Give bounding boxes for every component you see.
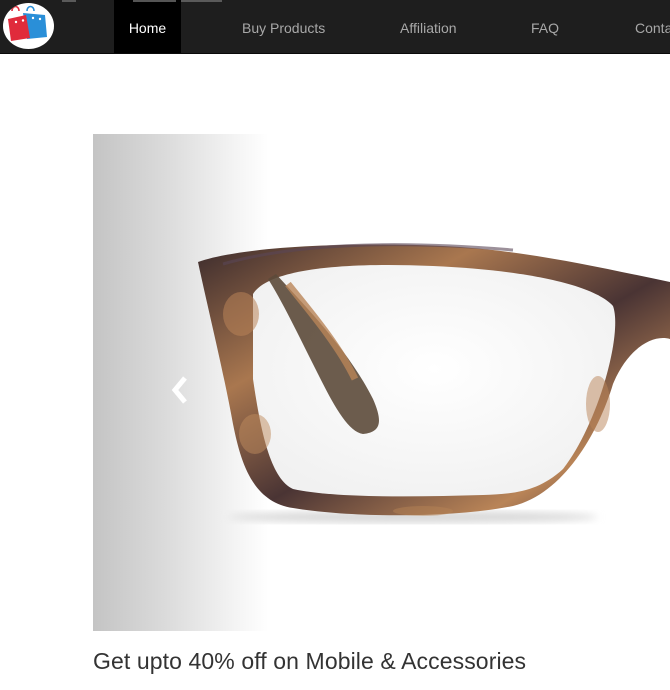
nav-affiliation[interactable]: Affiliation bbox=[400, 0, 457, 53]
nav-contact[interactable]: Contact bbox=[635, 0, 670, 53]
nav-tab-stub bbox=[180, 0, 222, 2]
nav-home-label: Home bbox=[128, 20, 167, 36]
nav-buy-products[interactable]: Buy Products bbox=[242, 0, 325, 53]
nav-buy-products-label: Buy Products bbox=[242, 20, 326, 36]
nav-faq-label: FAQ bbox=[531, 20, 560, 36]
top-navbar: Home Buy Products Affiliation FAQ Contac… bbox=[0, 0, 670, 54]
slide-caption: Get upto 40% off on Mobile & Accessories bbox=[93, 648, 527, 674]
nav-contact-label: Contact bbox=[635, 20, 670, 36]
site-logo[interactable] bbox=[3, 3, 54, 49]
nav-faq[interactable]: FAQ bbox=[531, 0, 559, 53]
hero-slider bbox=[93, 134, 670, 631]
shopping-bags-icon bbox=[8, 5, 47, 41]
nav-tab-stub bbox=[62, 0, 76, 2]
nav-affiliation-label: Affiliation bbox=[400, 20, 457, 36]
chevron-left-icon bbox=[171, 376, 187, 404]
slider-prev-button[interactable] bbox=[169, 374, 193, 406]
nav-home[interactable]: Home bbox=[114, 0, 181, 53]
